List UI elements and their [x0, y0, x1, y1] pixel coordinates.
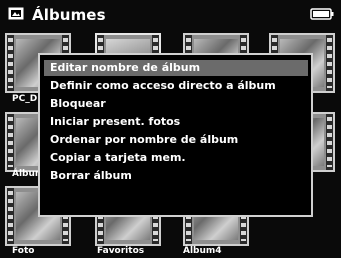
album-screen: Álbumes PC_D Álbum Foto Favoritos Álbum4: [0, 0, 341, 258]
album-options-menu: Editar nombre de álbum Definir como acce…: [38, 53, 313, 217]
album-label: Foto: [12, 246, 35, 256]
album-label: Álbum4: [183, 246, 222, 256]
menu-item-edit-name[interactable]: Editar nombre de álbum: [44, 60, 308, 76]
page-title: Álbumes: [32, 6, 106, 24]
menu-item-copy-to-card[interactable]: Copiar a tarjeta mem.: [44, 150, 308, 166]
menu-item-delete-album[interactable]: Borrar álbum: [44, 168, 308, 184]
album-label: PC_D: [12, 94, 38, 104]
menu-item-lock[interactable]: Bloquear: [44, 96, 308, 112]
album-label: Favoritos: [97, 246, 145, 256]
menu-item-sort-by-name[interactable]: Ordenar por nombre de álbum: [44, 132, 308, 148]
menu-item-set-shortcut[interactable]: Definir como acceso directo a álbum: [44, 78, 308, 94]
album-icon: [8, 7, 24, 20]
menu-item-start-slideshow[interactable]: Iniciar present. fotos: [44, 114, 308, 130]
battery-icon: [310, 8, 334, 20]
header-bar: Álbumes: [0, 0, 341, 30]
